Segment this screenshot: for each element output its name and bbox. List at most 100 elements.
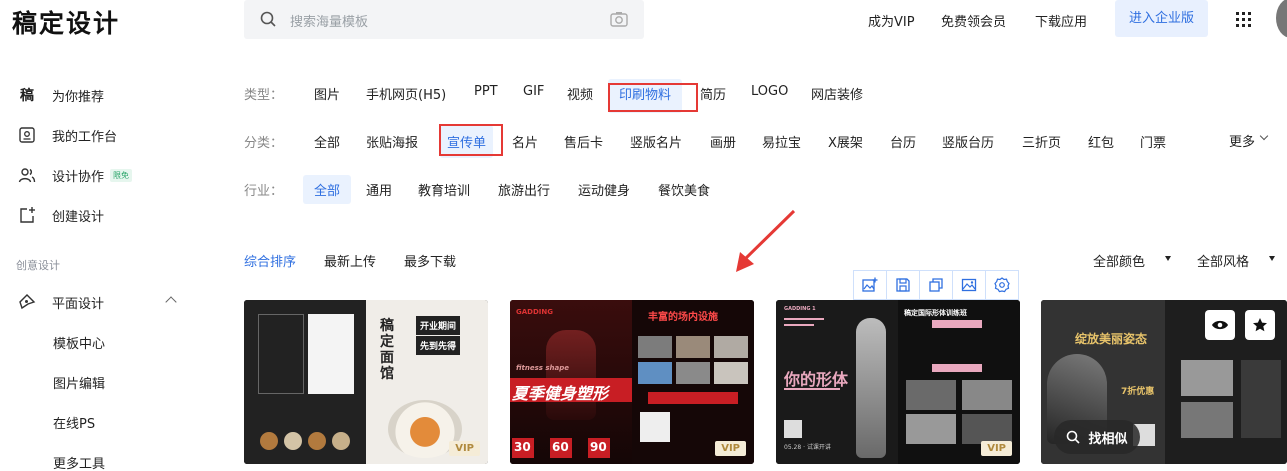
price-number: 30 xyxy=(514,440,531,454)
filter-type-option[interactable]: 网店装修 xyxy=(811,84,863,103)
dish-image xyxy=(308,432,326,450)
athlete-image xyxy=(546,330,596,420)
card-discount: 7折优惠 xyxy=(1121,387,1155,397)
more-button[interactable]: 更多 xyxy=(1229,131,1255,150)
sidebar-item-graphic-design[interactable]: 平面设计 xyxy=(18,292,104,312)
graphic-design-icon xyxy=(19,294,36,310)
dancer-image xyxy=(856,318,886,458)
settings-icon[interactable] xyxy=(986,271,1018,299)
card-date: 05.28 · 试课开讲 xyxy=(784,444,831,451)
preview-button[interactable] xyxy=(1205,310,1235,340)
avatar[interactable] xyxy=(1276,0,1287,38)
sidebar-item-recommend[interactable]: 稿 为你推荐 xyxy=(18,85,104,105)
filter-type-option[interactable]: 图片 xyxy=(314,84,340,103)
filter-category-option[interactable]: 张贴海报 xyxy=(366,132,418,151)
eye-icon xyxy=(1212,320,1228,330)
favorite-button[interactable] xyxy=(1245,310,1275,340)
search-bar[interactable]: 搜索海量模板 xyxy=(244,0,644,39)
add-image-icon[interactable] xyxy=(854,271,887,299)
filter-category-option[interactable]: 画册 xyxy=(710,132,736,151)
card-title: 稿定面馆 xyxy=(380,318,394,382)
filter-category-option[interactable]: 门票 xyxy=(1140,132,1166,151)
vip-badge: VIP xyxy=(715,441,746,456)
logo[interactable]: 稿定设计 xyxy=(12,4,120,40)
sidebar-subitem-online-ps[interactable]: 在线PS xyxy=(53,413,95,432)
enterprise-button[interactable]: 进入企业版 xyxy=(1115,0,1208,37)
menu-board xyxy=(308,314,354,394)
filter-category-option[interactable]: 易拉宝 xyxy=(762,132,801,151)
filter-industry-option[interactable]: 运动健身 xyxy=(578,180,630,199)
search-input[interactable]: 搜索海量模板 xyxy=(290,11,368,30)
sort-comprehensive[interactable]: 综合排序 xyxy=(244,251,296,270)
filter-type-option[interactable]: LOGO xyxy=(751,84,788,99)
sidebar-item-create[interactable]: 创建设计 xyxy=(18,205,104,225)
gym-photo xyxy=(714,362,748,384)
copy-icon[interactable] xyxy=(920,271,953,299)
sidebar-item-label: 设计协作 xyxy=(52,169,105,185)
filter-type-option[interactable]: 手机网页(H5) xyxy=(366,84,446,103)
gao-logo-icon: 稿 xyxy=(20,88,34,104)
filter-type-option[interactable]: 视频 xyxy=(567,84,593,103)
filter-industry-option-selected[interactable]: 全部 xyxy=(303,175,352,204)
filter-type-option[interactable]: PPT xyxy=(474,84,498,99)
filter-category-option[interactable]: 竖版台历 xyxy=(942,132,994,151)
card-preview-left xyxy=(244,300,366,464)
become-vip-link[interactable]: 成为VIP xyxy=(868,11,915,30)
dance-photo xyxy=(906,414,956,444)
save-icon[interactable] xyxy=(887,271,920,299)
filter-category-option[interactable]: 售后卡 xyxy=(564,132,603,151)
sidebar-item-collaboration[interactable]: 设计协作 限免 xyxy=(18,165,133,185)
image-icon[interactable] xyxy=(953,271,986,299)
style-filter-dropdown[interactable]: 全部风格 xyxy=(1197,251,1249,270)
qr-code xyxy=(784,420,802,438)
filter-category-option[interactable]: 三折页 xyxy=(1022,132,1061,151)
sort-newest[interactable]: 最新上传 xyxy=(324,251,376,270)
highlight-box xyxy=(608,83,698,112)
caret-down-icon[interactable] xyxy=(1165,256,1171,261)
sidebar-subitem-more-tools[interactable]: 更多工具 xyxy=(53,453,105,471)
dish-image xyxy=(284,432,302,450)
filter-category-option[interactable]: 台历 xyxy=(890,132,916,151)
filter-category-option[interactable]: 全部 xyxy=(314,132,340,151)
filter-industry-option[interactable]: 通用 xyxy=(366,180,392,199)
sidebar-group-title: 创意设计 xyxy=(16,259,60,272)
caret-down-icon[interactable] xyxy=(1269,256,1275,261)
vip-badge: VIP xyxy=(449,441,480,456)
card-preview-left: GADDING 1 你的形体 05.28 · 试课开讲 xyxy=(776,300,898,464)
filter-category-label: 分类： xyxy=(244,136,284,151)
chevron-up-icon[interactable] xyxy=(165,296,177,308)
camera-icon[interactable] xyxy=(610,11,628,27)
sidebar-item-label: 创建设计 xyxy=(52,209,105,225)
filter-category-option[interactable]: 竖版名片 xyxy=(630,132,682,151)
card-preview-left: GADDING fitness shape 夏季健身塑形 30 60 90 xyxy=(510,300,632,464)
filter-industry-option[interactable]: 教育培训 xyxy=(418,180,470,199)
gym-photo xyxy=(676,336,710,358)
filter-category-option[interactable]: 名片 xyxy=(512,132,538,151)
free-membership-link[interactable]: 免费领会员 xyxy=(941,11,1006,30)
create-design-icon xyxy=(20,207,35,223)
template-card[interactable]: GADDING 1 你的形体 05.28 · 试课开讲 稿定国际形体训练班 VI… xyxy=(776,300,1020,464)
filter-industry-option[interactable]: 餐饮美食 xyxy=(658,180,710,199)
card-toolbar xyxy=(853,270,1019,300)
star-icon xyxy=(1253,318,1267,332)
card-subtitle: 稿定国际形体训练班 xyxy=(904,309,967,317)
search-icon xyxy=(260,11,276,27)
filter-industry-option[interactable]: 旅游出行 xyxy=(498,180,550,199)
sidebar-item-workspace[interactable]: 我的工作台 xyxy=(18,125,117,145)
filter-type-option[interactable]: 简历 xyxy=(700,84,726,103)
filter-category-option[interactable]: X展架 xyxy=(828,132,863,151)
card-subtitle-en: fitness shape xyxy=(516,364,569,372)
color-filter-dropdown[interactable]: 全部颜色 xyxy=(1093,251,1145,270)
sidebar-subitem-template-center[interactable]: 模板中心 xyxy=(53,333,105,352)
template-card[interactable]: 稿定面馆 开业期间 先到先得 VIP xyxy=(244,300,488,464)
sidebar-subitem-image-edit[interactable]: 图片编辑 xyxy=(53,373,105,392)
filter-type-option[interactable]: GIF xyxy=(523,84,544,99)
download-app-link[interactable]: 下载应用 xyxy=(1035,11,1087,30)
apps-grid-icon[interactable] xyxy=(1236,12,1251,27)
chevron-down-icon[interactable] xyxy=(1259,131,1269,141)
filter-category-option[interactable]: 红包 xyxy=(1088,132,1114,151)
sort-most-downloads[interactable]: 最多下载 xyxy=(404,251,456,270)
find-similar-button[interactable]: 找相似 xyxy=(1054,420,1140,454)
card-preview-right: 稿定国际形体训练班 xyxy=(898,300,1020,464)
template-card[interactable]: GADDING fitness shape 夏季健身塑形 30 60 90 丰富… xyxy=(510,300,754,464)
